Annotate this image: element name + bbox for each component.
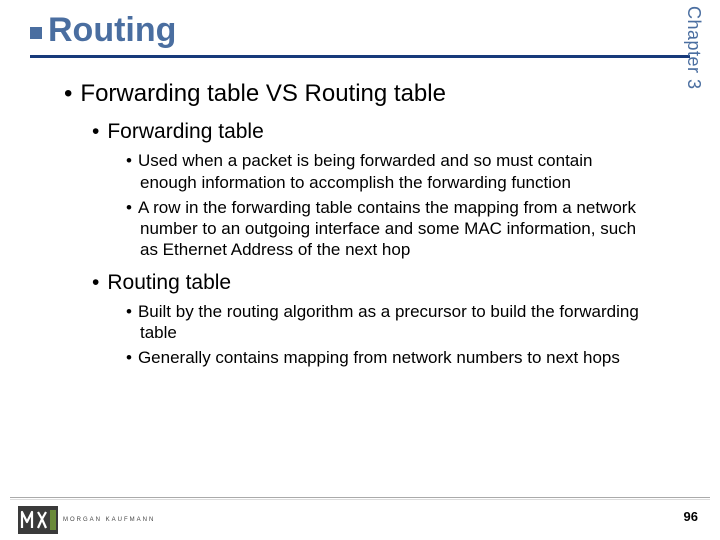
- bullet-icon: •: [126, 302, 132, 321]
- bullet-level2: • Forwarding table: [92, 120, 670, 144]
- bullet-level1: • Forwarding table VS Routing table: [64, 80, 670, 108]
- mk-logo-icon: [18, 506, 58, 534]
- bullet-text: A row in the forwarding table contains t…: [138, 198, 636, 260]
- bullet-icon: •: [64, 80, 72, 107]
- page-number: 96: [684, 509, 698, 524]
- bullet-icon: •: [92, 120, 99, 143]
- bullet-icon: •: [92, 271, 99, 294]
- title-row: Routing: [30, 12, 690, 53]
- bullet-icon: •: [126, 151, 132, 170]
- bullet-text: Generally contains mapping from network …: [138, 348, 620, 367]
- content-area: • Forwarding table VS Routing table • Forw…: [30, 58, 690, 368]
- publisher-logo: MORGAN KAUFMANN: [18, 506, 155, 534]
- title-bullet-icon: [30, 27, 42, 39]
- bullet-level2: • Routing table: [92, 271, 670, 295]
- bullet-text: Routing table: [107, 271, 231, 294]
- bullet-text: Used when a packet is being forwarded an…: [138, 151, 593, 191]
- bullet-text: Forwarding table: [107, 120, 263, 143]
- bullet-level3: • Generally contains mapping from network…: [126, 347, 670, 368]
- footer-divider: [10, 497, 710, 498]
- bullet-icon: •: [126, 348, 132, 367]
- bullet-text: Built by the routing algorithm as a prec…: [138, 302, 639, 342]
- slide: Chapter 3 Routing • Forwarding table VS R…: [0, 0, 720, 540]
- bullet-icon: •: [126, 198, 132, 217]
- publisher-name: MORGAN KAUFMANN: [63, 517, 155, 523]
- bullet-text: Forwarding table VS Routing table: [80, 80, 446, 107]
- bullet-level3: • Used when a packet is being forwarded a…: [126, 150, 670, 193]
- footer-divider: [10, 499, 710, 500]
- bullet-level3: • Built by the routing algorithm as a pre…: [126, 301, 670, 344]
- slide-title: Routing: [48, 12, 176, 49]
- chapter-label: Chapter 3: [683, 6, 704, 90]
- bullet-level3: • A row in the forwarding table contains …: [126, 197, 670, 261]
